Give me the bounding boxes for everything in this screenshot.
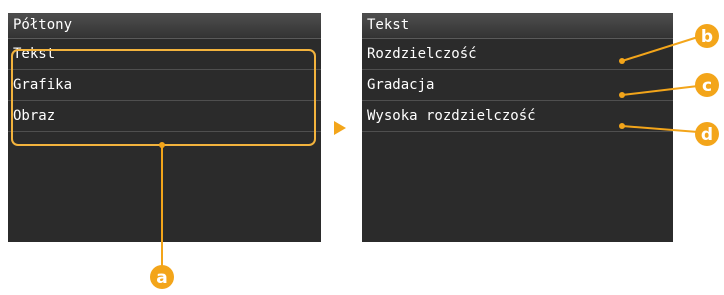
menu-item-image[interactable]: Obraz xyxy=(8,101,321,132)
menu-item-text[interactable]: Tekst xyxy=(8,39,321,70)
callout-d-badge xyxy=(695,122,719,146)
next-arrow-icon xyxy=(334,121,346,135)
callout-a-label: a xyxy=(156,268,167,288)
callout-c-badge xyxy=(695,73,719,97)
text-settings-screen: Tekst Rozdzielczość Gradacja Wysoka rozd… xyxy=(362,13,673,242)
callout-c-label: c xyxy=(702,76,712,96)
callout-a-badge xyxy=(150,265,174,289)
callout-d-label: d xyxy=(701,125,713,145)
menu-item-graphics[interactable]: Grafika xyxy=(8,70,321,101)
menu-item-gradation[interactable]: Gradacja xyxy=(362,70,673,101)
callout-b-badge xyxy=(695,24,719,48)
menu-item-high-resolution[interactable]: Wysoka rozdzielczość xyxy=(362,101,673,132)
callout-b-label: b xyxy=(701,27,713,47)
menu-item-resolution[interactable]: Rozdzielczość xyxy=(362,39,673,70)
screen-title: Półtony xyxy=(8,14,321,39)
screen-title: Tekst xyxy=(362,14,673,39)
halftones-screen: Półtony Tekst Grafika Obraz xyxy=(8,13,321,242)
